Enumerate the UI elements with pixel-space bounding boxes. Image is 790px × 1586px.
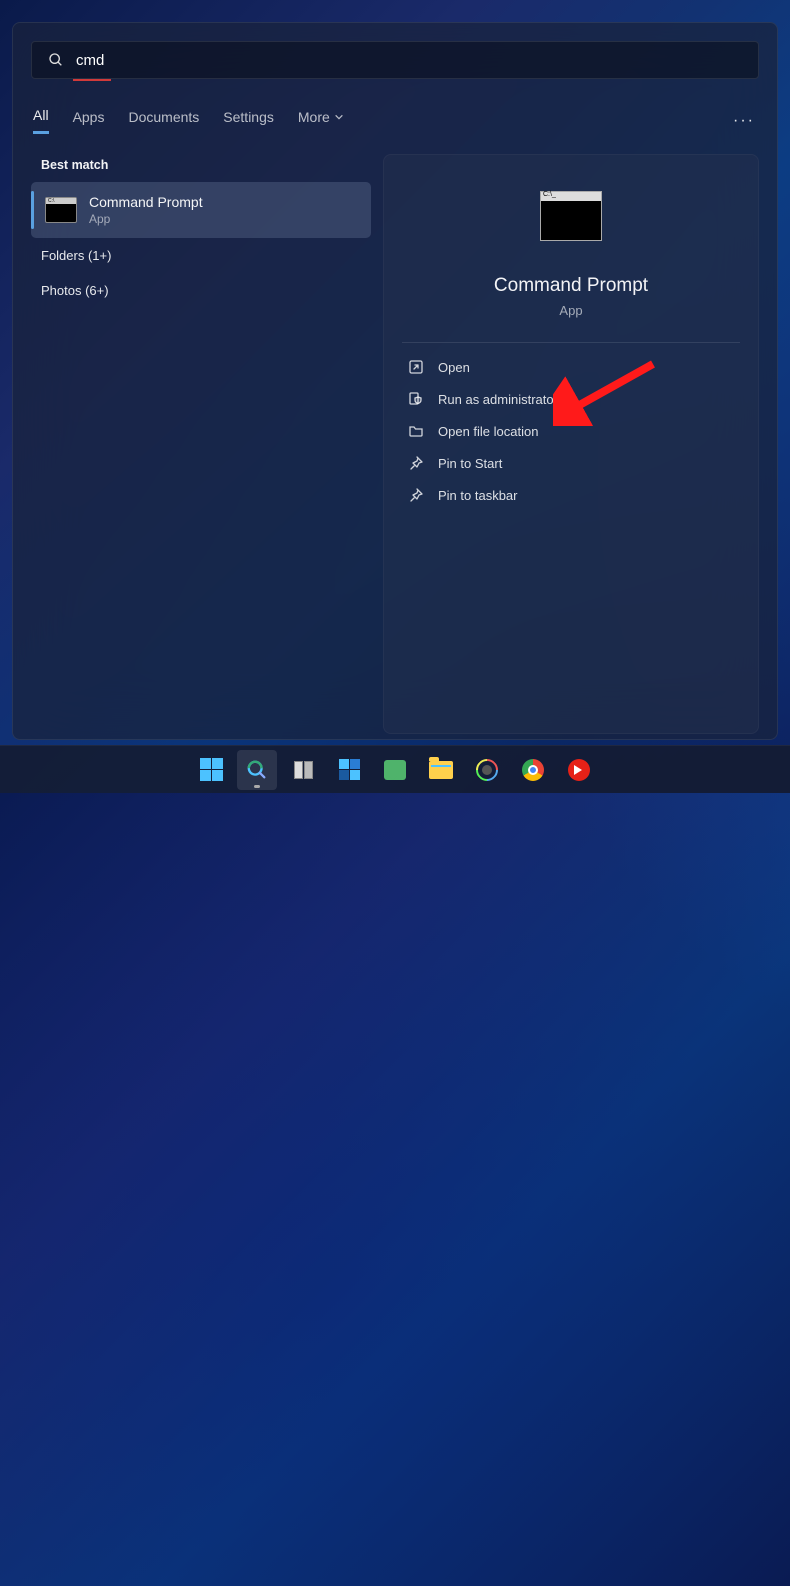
windows-logo-icon	[200, 758, 223, 781]
tab-more[interactable]: More	[298, 109, 344, 133]
start-button[interactable]	[191, 750, 231, 790]
overflow-menu-button[interactable]: ···	[733, 112, 755, 130]
result-photos[interactable]: Photos (6+)	[31, 273, 371, 308]
best-match-label: Best match	[31, 154, 371, 182]
action-pin-start-label: Pin to Start	[438, 456, 502, 471]
pin-icon	[408, 487, 424, 503]
action-open-label: Open	[438, 360, 470, 375]
chat-button[interactable]	[375, 750, 415, 790]
widgets-button[interactable]	[329, 750, 369, 790]
circle-app-icon	[471, 754, 502, 785]
tab-settings[interactable]: Settings	[223, 109, 274, 133]
results-column: Best match Command Prompt App Folders (1…	[31, 154, 371, 734]
search-icon	[246, 759, 268, 781]
action-open-location-label: Open file location	[438, 424, 538, 439]
chevron-down-icon	[334, 112, 344, 122]
preview-panel: Command Prompt App Open Run as administr…	[383, 154, 759, 734]
annotation-underline	[73, 79, 111, 81]
taskbar-app-1[interactable]	[467, 750, 507, 790]
task-view-icon	[294, 761, 313, 779]
result-command-prompt[interactable]: Command Prompt App	[31, 182, 371, 238]
action-pin-to-taskbar[interactable]: Pin to taskbar	[402, 479, 740, 511]
command-prompt-icon	[45, 197, 77, 223]
start-search-panel: All Apps Documents Settings More ··· Bes…	[12, 22, 778, 740]
action-run-as-administrator[interactable]: Run as administrator	[402, 383, 740, 415]
action-run-admin-label: Run as administrator	[438, 392, 558, 407]
search-icon	[48, 52, 64, 68]
search-input[interactable]	[76, 52, 742, 69]
action-open-file-location[interactable]: Open file location	[402, 415, 740, 447]
action-pin-to-start[interactable]: Pin to Start	[402, 447, 740, 479]
tab-more-label: More	[298, 109, 330, 125]
tab-all[interactable]: All	[33, 107, 49, 134]
filter-tabs: All Apps Documents Settings More ···	[31, 107, 759, 134]
chrome-icon	[522, 759, 544, 781]
tab-apps[interactable]: Apps	[73, 109, 105, 133]
folder-icon	[429, 761, 453, 779]
file-explorer-button[interactable]	[421, 750, 461, 790]
action-pin-taskbar-label: Pin to taskbar	[438, 488, 518, 503]
widgets-icon	[339, 759, 360, 780]
search-bar[interactable]	[31, 41, 759, 79]
taskbar	[0, 745, 790, 793]
result-folders[interactable]: Folders (1+)	[31, 238, 371, 273]
taskbar-search-button[interactable]	[237, 750, 277, 790]
result-title: Command Prompt	[89, 194, 203, 210]
divider	[402, 342, 740, 343]
preview-app-icon	[540, 191, 602, 241]
tab-documents[interactable]: Documents	[128, 109, 199, 133]
preview-subtitle: App	[402, 303, 740, 318]
folder-icon	[408, 423, 424, 439]
chrome-button[interactable]	[513, 750, 553, 790]
shield-icon	[408, 391, 424, 407]
preview-title: Command Prompt	[402, 275, 740, 297]
chat-icon	[384, 760, 406, 780]
task-view-button[interactable]	[283, 750, 323, 790]
open-icon	[408, 359, 424, 375]
youtube-icon	[568, 759, 590, 781]
action-open[interactable]: Open	[402, 351, 740, 383]
result-subtitle: App	[89, 212, 203, 226]
pin-icon	[408, 455, 424, 471]
youtube-music-button[interactable]	[559, 750, 599, 790]
